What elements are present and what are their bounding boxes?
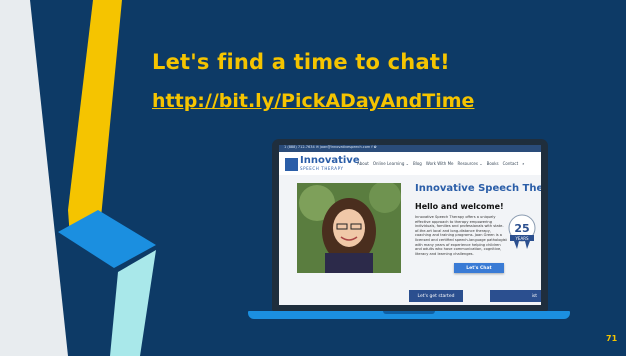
badge-text: YEARS xyxy=(514,236,528,241)
get-started-button[interactable]: Let's get started xyxy=(409,290,463,302)
anniversary-badge-icon: 25 YEARS xyxy=(508,214,536,249)
site-nav: About Online Learning ⌄ Blog Work With M… xyxy=(357,161,524,166)
topbar-contact-text: 1 (888) 712-7634 ✉ joan@innovativespeech… xyxy=(284,145,377,149)
nav-item-work-with-me[interactable]: Work With Me xyxy=(426,161,454,166)
nav-item-blog[interactable]: Blog xyxy=(413,161,422,166)
site-logo-subtitle: SPEECH THERAPY xyxy=(300,166,344,171)
lets-chat-button[interactable]: Let's Chat xyxy=(454,263,504,273)
website-screenshot: 1 (888) 712-7634 ✉ joan@innovativespeech… xyxy=(279,145,541,305)
laptop-notch xyxy=(383,311,435,314)
nav-item-contact[interactable]: Contact xyxy=(503,161,519,166)
nav-item-resources[interactable]: Resources ⌄ xyxy=(458,161,483,166)
hero-section: Innovative Speech Therapy Hello and welc… xyxy=(279,175,541,305)
yellow-stripe-shape xyxy=(68,0,122,238)
secondary-button[interactable]: ist xyxy=(490,290,541,302)
hero-title: Innovative Speech Therapy xyxy=(415,183,541,194)
badge-number: 25 xyxy=(514,222,529,235)
logo-icon xyxy=(285,158,298,171)
profile-photo xyxy=(297,183,401,273)
search-icon[interactable]: ⌕ xyxy=(522,161,524,166)
nav-item-about[interactable]: About xyxy=(357,161,369,166)
welcome-heading: Hello and welcome! xyxy=(415,202,504,211)
gray-panel-shape xyxy=(0,0,68,356)
nav-item-books[interactable]: Books xyxy=(487,161,499,166)
page-number: 71 xyxy=(606,334,618,343)
scheduling-link[interactable]: http://bit.ly/PickADayAndTime xyxy=(152,90,474,112)
intro-paragraph: Innovative Speech Therapy offers a uniqu… xyxy=(415,215,507,256)
nav-item-online-learning[interactable]: Online Learning ⌄ xyxy=(373,161,409,166)
slide-headline: Let's find a time to chat! xyxy=(152,50,450,74)
site-logo-name: Innovative xyxy=(300,155,360,166)
website-topbar: 1 (888) 712-7634 ✉ joan@innovativespeech… xyxy=(279,145,541,152)
slide: Let's find a time to chat! http://bit.ly… xyxy=(0,0,626,356)
